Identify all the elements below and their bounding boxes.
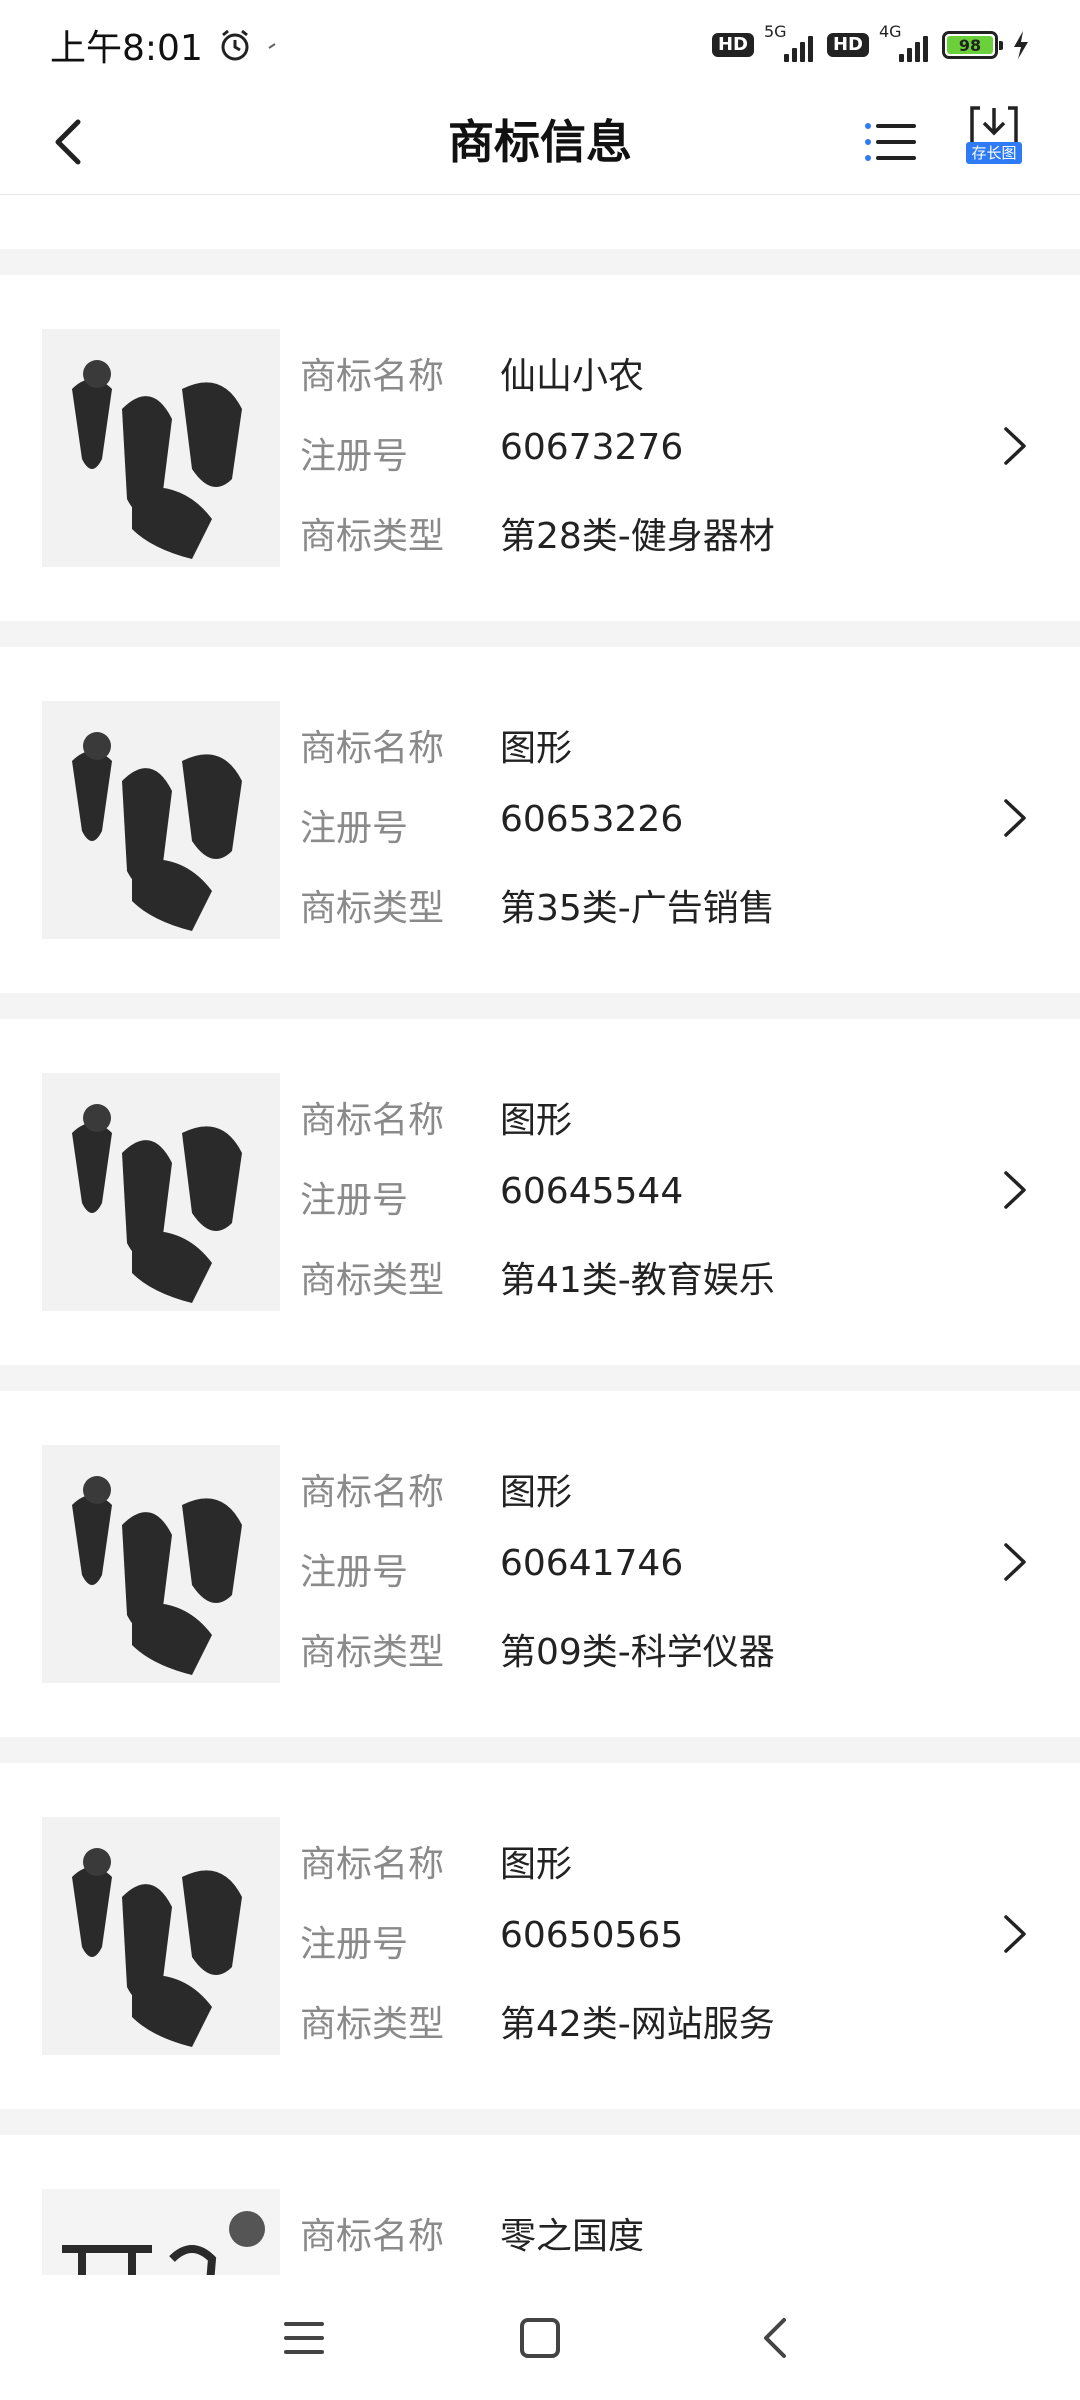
trademark-card[interactable]: 商标名称 仙山小农 注册号 60673276 商标类型 第28类-健身器材 [0, 275, 1080, 621]
system-nav-bar [0, 2275, 1080, 2400]
chevron-right-icon[interactable] [990, 421, 1040, 471]
status-time: 上午8:01 [50, 28, 203, 69]
registration-number-label: 注册号 [300, 1924, 409, 1965]
trademark-name-value: 仙山小农 [500, 356, 645, 397]
trademark-type-label: 商标类型 [300, 2004, 445, 2045]
home-icon[interactable] [512, 2310, 568, 2366]
registration-number-value: 60645544 [500, 1171, 684, 1212]
trademark-name-value: 图形 [500, 1844, 573, 1885]
status-bar: 上午8:01 HD 5G HD 4G 98 [0, 0, 1080, 90]
status-right: HD 5G HD 4G 98 [711, 22, 1030, 62]
signal-dot-icon [268, 43, 276, 49]
trademark-logo-image [42, 701, 280, 939]
signal-4g-icon: 4G [879, 22, 928, 62]
trademark-logo-image [42, 1817, 280, 2055]
trademark-type-label: 商标类型 [300, 1632, 445, 1673]
trademark-card[interactable]: 商标名称 图形 注册号 60645544 商标类型 第41类-教育娱乐 [0, 1019, 1080, 1365]
trademark-name-label: 商标名称 [300, 356, 445, 397]
trademark-card[interactable]: 商标名称 零之国度 [0, 2135, 1080, 2275]
trademark-type-label: 商标类型 [300, 516, 445, 557]
trademark-type-value: 第09类-科学仪器 [500, 1632, 775, 1673]
trademark-name-value: 图形 [500, 728, 573, 769]
trademark-type-value: 第42类-网站服务 [500, 2004, 775, 2045]
trademark-type-label: 商标类型 [300, 1260, 445, 1301]
registration-number-value: 60641746 [500, 1543, 684, 1584]
trademark-name-label: 商标名称 [300, 1844, 445, 1885]
battery-icon: 98 [942, 31, 1003, 59]
charging-icon [1014, 31, 1028, 59]
list-icon[interactable] [860, 112, 920, 172]
registration-number-label: 注册号 [300, 436, 409, 477]
registration-number-value: 60653226 [500, 799, 684, 840]
back-icon[interactable] [748, 2310, 804, 2366]
trademark-logo-image [42, 2189, 280, 2275]
trademark-name-label: 商标名称 [300, 728, 445, 769]
alarm-icon [221, 29, 249, 61]
trademark-type-label: 商标类型 [300, 888, 445, 929]
status-left: 上午8:01 [50, 19, 281, 71]
nav-bar: 商标信息 存长图 [0, 90, 1080, 195]
trademark-list: 商标名称 仙山小农 注册号 60673276 商标类型 第28类-健身器材 商标… [0, 195, 1080, 2275]
save-image-button[interactable]: 存长图 [966, 142, 1022, 164]
chevron-right-icon[interactable] [990, 1909, 1040, 1959]
chevron-right-icon[interactable] [990, 1537, 1040, 1587]
trademark-card[interactable]: 商标名称 图形 注册号 60650565 商标类型 第42类-网站服务 [0, 1763, 1080, 2109]
trademark-card[interactable]: 商标名称 图形 注册号 60641746 商标类型 第09类-科学仪器 [0, 1391, 1080, 1737]
trademark-name-value: 零之国度 [500, 2216, 645, 2257]
trademark-name-value: 图形 [500, 1472, 573, 1513]
trademark-logo-image [42, 1073, 280, 1311]
trademark-name-label: 商标名称 [300, 1472, 445, 1513]
trademark-name-label: 商标名称 [300, 1100, 445, 1141]
trademark-logo-image [42, 329, 280, 567]
trademark-card[interactable]: 商标名称 图形 注册号 60653226 商标类型 第35类-广告销售 [0, 647, 1080, 993]
trademark-logo-image [42, 1445, 280, 1683]
registration-number-value: 60650565 [500, 1915, 684, 1956]
trademark-name-value: 图形 [500, 1100, 573, 1141]
hd-badge: HD [826, 33, 869, 57]
menu-icon[interactable] [276, 2310, 332, 2366]
trademark-type-value: 第28类-健身器材 [500, 516, 775, 557]
chevron-right-icon[interactable] [990, 793, 1040, 843]
registration-number-label: 注册号 [300, 1552, 409, 1593]
registration-number-label: 注册号 [300, 808, 409, 849]
signal-5g-icon: 5G [764, 22, 813, 62]
trademark-type-value: 第35类-广告销售 [500, 888, 775, 929]
registration-number-label: 注册号 [300, 1180, 409, 1221]
chevron-right-icon[interactable] [990, 1165, 1040, 1215]
trademark-name-label: 商标名称 [300, 2216, 445, 2257]
battery-level: 98 [947, 36, 993, 55]
trademark-type-value: 第41类-教育娱乐 [500, 1260, 775, 1301]
registration-number-value: 60673276 [500, 427, 684, 468]
hd-badge: HD [711, 33, 754, 57]
